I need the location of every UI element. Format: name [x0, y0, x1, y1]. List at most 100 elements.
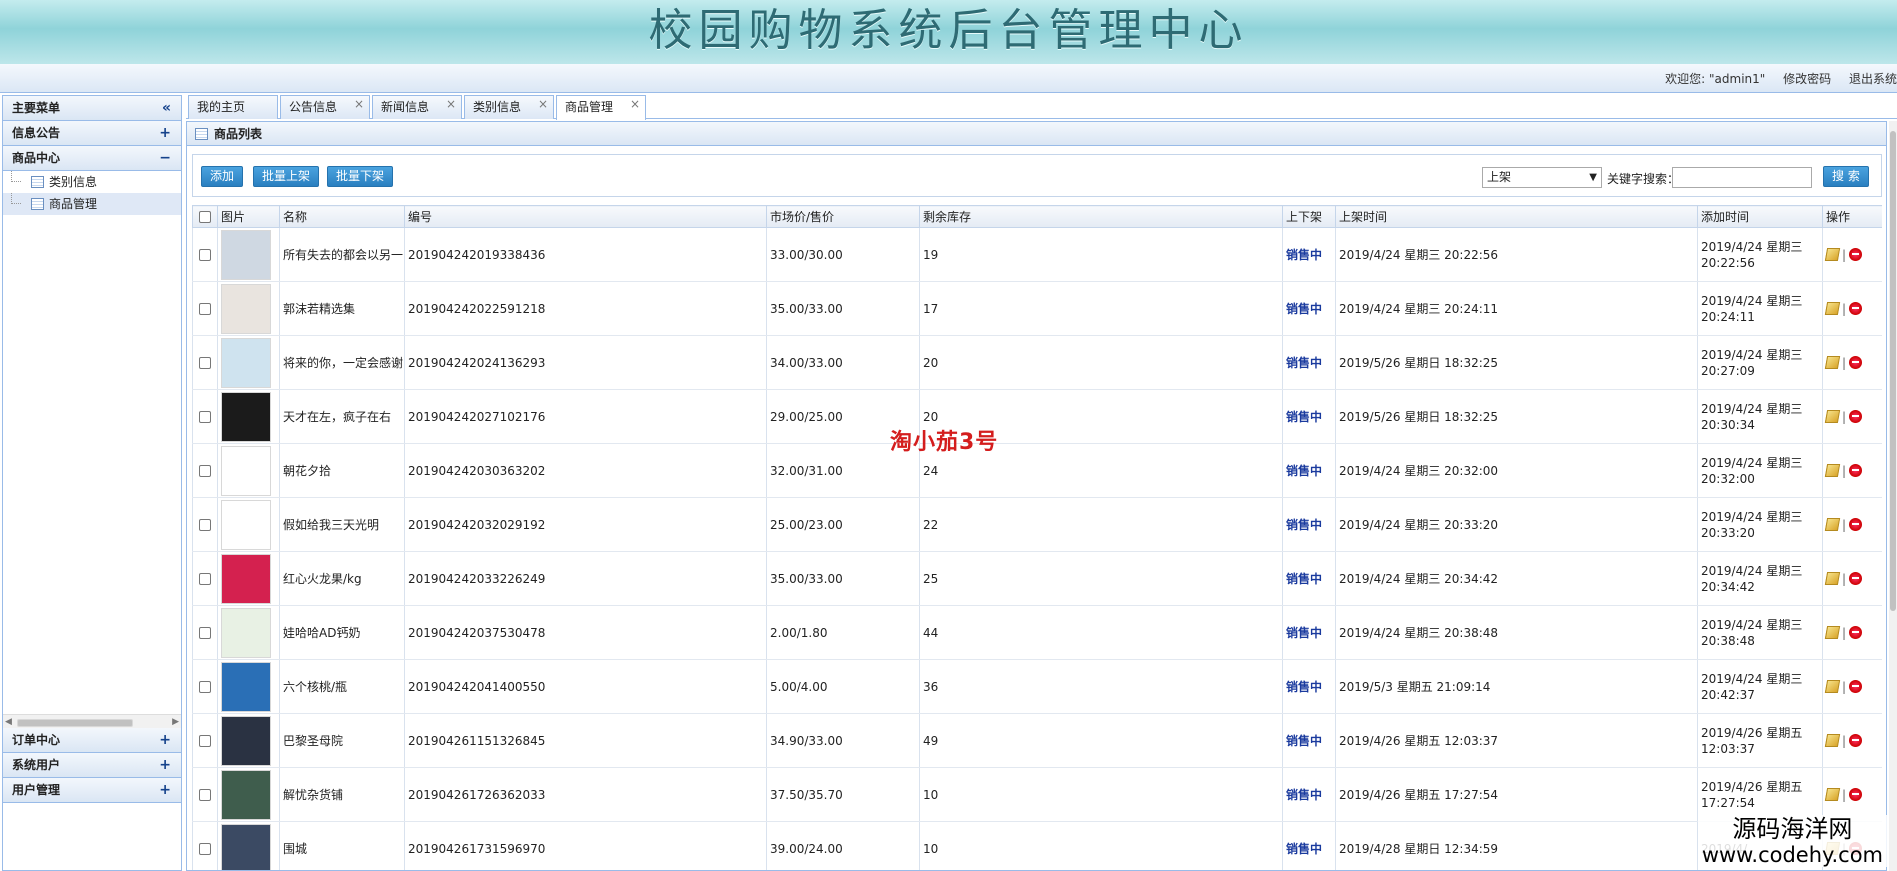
edit-icon[interactable] [1824, 572, 1841, 586]
row-checkbox[interactable] [198, 519, 211, 531]
row-checkbox-cell[interactable] [192, 443, 218, 498]
row-checkbox[interactable] [198, 789, 211, 801]
tab-home[interactable]: 我的主页 [188, 95, 278, 119]
delete-icon[interactable] [1849, 626, 1863, 640]
row-checkbox-cell[interactable] [192, 551, 218, 606]
delete-icon[interactable] [1849, 788, 1863, 802]
status-badge[interactable]: 销售中 [1286, 302, 1322, 316]
keyword-input[interactable] [1672, 167, 1812, 188]
tab-goods-manage[interactable]: 商品管理 × [556, 95, 646, 120]
row-checkbox-cell[interactable] [192, 659, 218, 714]
delete-icon[interactable] [1849, 302, 1863, 316]
scrollbar-thumb[interactable] [17, 719, 133, 727]
close-icon[interactable]: × [630, 93, 640, 115]
sidebar-section-orders[interactable]: 订单中心 + [3, 728, 181, 753]
tab-category[interactable]: 类别信息 × [464, 95, 554, 119]
sidebar-item-goods-manage[interactable]: 商品管理 [3, 193, 181, 215]
select-all-checkbox[interactable] [198, 211, 211, 223]
row-checkbox[interactable] [198, 465, 211, 477]
row-checkbox-cell[interactable] [192, 497, 218, 552]
edit-icon[interactable] [1824, 356, 1841, 370]
scroll-right-icon[interactable]: ▶ [172, 715, 179, 729]
edit-icon[interactable] [1824, 410, 1841, 424]
edit-icon[interactable] [1824, 626, 1841, 640]
status-badge[interactable]: 销售中 [1286, 518, 1322, 532]
row-checkbox[interactable] [198, 843, 211, 855]
row-checkbox-cell[interactable] [192, 389, 218, 444]
collapse-icon[interactable]: − [159, 146, 171, 170]
status-badge[interactable]: 销售中 [1286, 572, 1322, 586]
delete-icon[interactable] [1849, 248, 1863, 262]
status-badge[interactable]: 销售中 [1286, 626, 1322, 640]
add-button[interactable]: 添加 [201, 166, 244, 187]
status-badge[interactable]: 销售中 [1286, 410, 1322, 424]
tab-notice[interactable]: 公告信息 × [280, 95, 370, 119]
edit-icon[interactable] [1824, 464, 1841, 478]
sidebar-horizontal-scrollbar[interactable]: ◀ ▶ [3, 714, 181, 728]
expand-icon[interactable]: + [159, 778, 171, 802]
row-checkbox-cell[interactable] [192, 281, 218, 336]
top-bar: 欢迎您: "admin1" 修改密码 退出系统 [0, 64, 1897, 93]
close-icon[interactable]: × [354, 93, 364, 115]
sidebar-item-category[interactable]: 类别信息 [3, 171, 181, 193]
delete-icon[interactable] [1849, 410, 1863, 424]
sidebar-section-goods[interactable]: 商品中心 − [3, 146, 181, 171]
sidebar-section-news[interactable]: 信息公告 + [3, 121, 181, 146]
status-badge[interactable]: 销售中 [1286, 464, 1322, 478]
row-checkbox-cell[interactable] [192, 767, 218, 822]
expand-icon[interactable]: + [159, 753, 171, 777]
row-checkbox-cell[interactable] [192, 713, 218, 768]
change-password-link[interactable]: 修改密码 [1783, 72, 1831, 86]
row-checkbox-cell[interactable] [192, 335, 218, 390]
close-icon[interactable]: × [538, 93, 548, 115]
row-checkbox[interactable] [198, 627, 211, 639]
page-vertical-scrollbar[interactable] [1889, 121, 1897, 871]
row-checkbox-cell[interactable] [192, 227, 218, 282]
row-checkbox[interactable] [198, 735, 211, 747]
delete-icon[interactable] [1849, 572, 1863, 586]
edit-icon[interactable] [1824, 518, 1841, 532]
delete-icon[interactable] [1849, 464, 1863, 478]
expand-icon[interactable]: + [159, 728, 171, 752]
row-checkbox[interactable] [198, 681, 211, 693]
status-select[interactable]: 上架 ▼ [1482, 167, 1602, 188]
scroll-left-icon[interactable]: ◀ [5, 715, 12, 729]
edit-icon[interactable] [1824, 680, 1841, 694]
table-icon [31, 176, 44, 188]
row-checkbox[interactable] [198, 303, 211, 315]
delete-icon[interactable] [1849, 518, 1863, 532]
sidebar-section-users[interactable]: 用户管理 + [3, 778, 181, 803]
sidebar-section-system-users[interactable]: 系统用户 + [3, 753, 181, 778]
status-badge[interactable]: 销售中 [1286, 248, 1322, 262]
status-badge[interactable]: 销售中 [1286, 788, 1322, 802]
row-checkbox[interactable] [198, 573, 211, 585]
edit-icon[interactable] [1824, 734, 1841, 748]
logout-link[interactable]: 退出系统 [1849, 72, 1897, 86]
edit-icon[interactable] [1824, 302, 1841, 316]
batch-off-shelf-button[interactable]: 批量下架 [327, 166, 394, 187]
search-button[interactable]: 搜 索 [1823, 166, 1869, 187]
collapse-sidebar-icon[interactable]: « [162, 96, 171, 120]
edit-icon[interactable] [1824, 248, 1841, 262]
close-icon[interactable]: × [446, 93, 456, 115]
expand-icon[interactable]: + [159, 121, 171, 145]
scrollbar-thumb[interactable] [1890, 131, 1896, 611]
edit-icon[interactable] [1824, 788, 1841, 802]
row-checkbox[interactable] [198, 357, 211, 369]
thumbnail-cell [217, 713, 280, 768]
row-checkbox-cell[interactable] [192, 605, 218, 660]
status-badge[interactable]: 销售中 [1286, 356, 1322, 370]
status-badge[interactable]: 销售中 [1286, 734, 1322, 748]
tab-news[interactable]: 新闻信息 × [372, 95, 462, 119]
row-checkbox[interactable] [198, 411, 211, 423]
delete-icon[interactable] [1849, 734, 1863, 748]
status-badge[interactable]: 销售中 [1286, 842, 1322, 856]
row-checkbox-cell[interactable] [192, 821, 218, 870]
delete-icon[interactable] [1849, 680, 1863, 694]
delete-icon[interactable] [1849, 356, 1863, 370]
status-badge[interactable]: 销售中 [1286, 680, 1322, 694]
row-checkbox[interactable] [198, 249, 211, 261]
batch-on-shelf-button[interactable]: 批量上架 [253, 166, 320, 187]
add-date: 2019/4/24 星期三 [1701, 617, 1803, 632]
select-all-checkbox-cell[interactable] [192, 205, 218, 228]
